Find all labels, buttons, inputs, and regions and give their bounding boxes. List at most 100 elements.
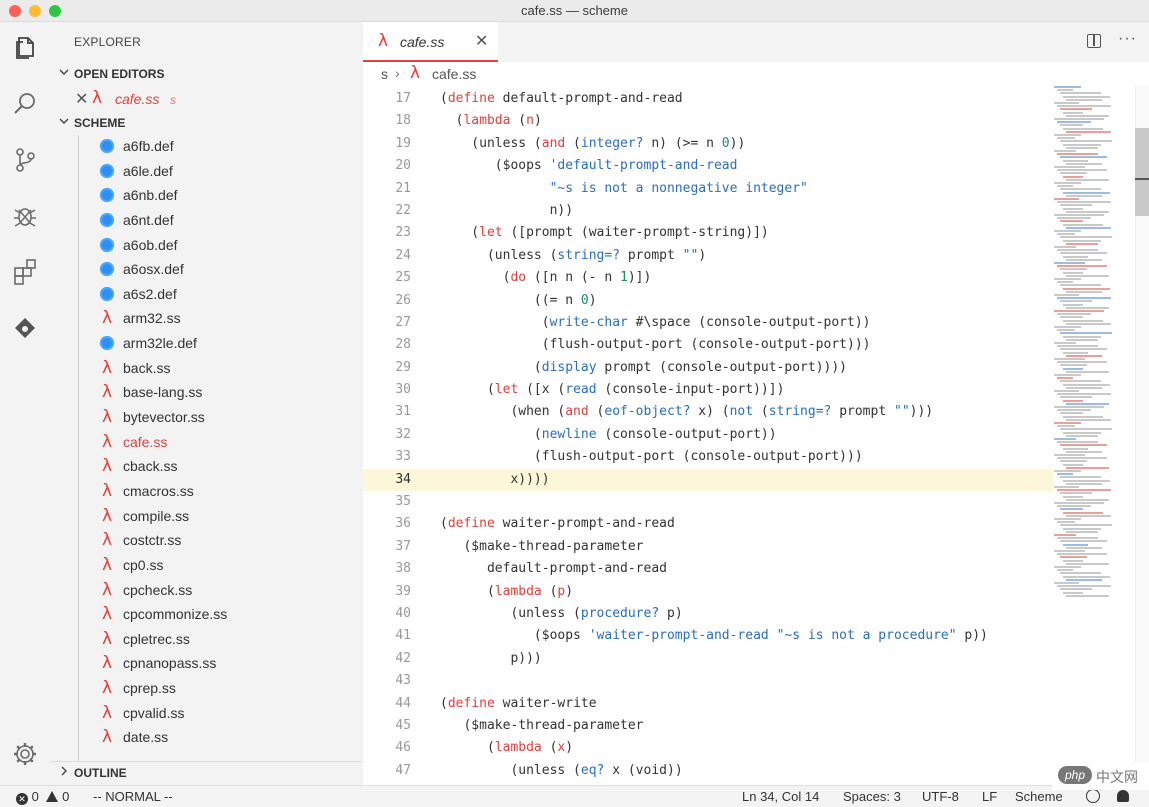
file-item[interactable]: a6nt.def xyxy=(50,209,363,234)
tab-label: cafe.ss xyxy=(400,34,445,50)
file-item[interactable]: λ cpnanopass.ss xyxy=(50,652,363,677)
file-item[interactable]: λ back.ss xyxy=(50,357,363,382)
file-item[interactable]: λ costctr.ss xyxy=(50,529,363,554)
file-item[interactable]: λ bytevector.ss xyxy=(50,406,363,431)
code-line[interactable]: 37 ($make-thread-parameter xyxy=(363,536,1053,558)
file-item[interactable]: λ cpletrec.ss xyxy=(50,628,363,653)
code-line[interactable]: 46 (lambda (x) xyxy=(363,737,1053,759)
code-line[interactable]: 40 (unless (procedure? p) xyxy=(363,603,1053,625)
close-icon[interactable]: ✕ xyxy=(475,31,488,51)
code-line[interactable]: 41 ($oops 'waiter-prompt-and-read "~s is… xyxy=(363,625,1053,647)
file-item[interactable]: a6le.def xyxy=(50,160,363,185)
code-line[interactable]: 27 (write-char #\space (console-output-p… xyxy=(363,312,1053,334)
code-line[interactable]: 29 (display prompt (console-output-port)… xyxy=(363,357,1053,379)
more-actions-icon[interactable]: ··· xyxy=(1118,30,1137,48)
file-item[interactable]: a6fb.def xyxy=(50,135,363,160)
code-line[interactable]: 45 ($make-thread-parameter xyxy=(363,715,1053,737)
open-editor-item[interactable]: ✕ λ cafe.ss s xyxy=(50,88,363,110)
line-number: 17 xyxy=(395,91,411,106)
code-line[interactable]: 42 p))) xyxy=(363,648,1053,670)
outline-section[interactable]: OUTLINE xyxy=(50,761,363,783)
indentation[interactable]: Spaces: 3 xyxy=(843,789,901,804)
extensions-icon[interactable] xyxy=(9,256,41,288)
minimap-line xyxy=(1060,460,1087,463)
code-line[interactable]: 21 "~s is not a nonnegative integer" xyxy=(363,178,1053,200)
breadcrumb-file[interactable]: cafe.ss xyxy=(432,66,476,82)
code-line[interactable]: 18 (lambda (n) xyxy=(363,110,1053,132)
minimap-line xyxy=(1057,441,1099,444)
code-line[interactable]: 28 (flush-output-port (console-output-po… xyxy=(363,334,1053,356)
encoding[interactable]: UTF-8 xyxy=(922,789,959,804)
code-line[interactable]: 24 (unless (string=? prompt "") xyxy=(363,245,1053,267)
code-line[interactable]: 39 (lambda (p) xyxy=(363,581,1053,603)
line-source: (lambda (n) xyxy=(440,110,542,132)
code-token: (flush-output-port (console-output-port)… xyxy=(440,337,871,353)
file-item[interactable]: λ cp0.ss xyxy=(50,554,363,579)
minimap[interactable] xyxy=(1050,86,1135,606)
file-item[interactable]: a6ob.def xyxy=(50,234,363,259)
file-item[interactable]: λ base-lang.ss xyxy=(50,381,363,406)
scheme-folder-section[interactable]: SCHEME xyxy=(50,112,363,134)
explorer-icon[interactable] xyxy=(9,32,41,64)
file-item[interactable]: λ date.ss xyxy=(50,726,363,751)
code-line[interactable]: 17 (define default-prompt-and-read xyxy=(363,88,1053,110)
code-line[interactable]: 20 ($oops 'default-prompt-and-read xyxy=(363,155,1053,177)
code-line[interactable]: 47 (unless (eq? x (void)) xyxy=(363,760,1053,782)
file-item[interactable]: arm32le.def xyxy=(50,332,363,357)
problems-indicator[interactable]: ✕ 0 0 xyxy=(16,789,69,805)
open-editors-section[interactable]: OPEN EDITORS xyxy=(50,63,363,85)
code-line[interactable]: 34 x)))) xyxy=(363,468,1053,492)
code-line[interactable]: 36 (define waiter-prompt-and-read xyxy=(363,513,1053,535)
feedback-icon[interactable] xyxy=(1086,789,1100,804)
code-line[interactable]: 38 default-prompt-and-read xyxy=(363,558,1053,580)
end-of-line[interactable]: LF xyxy=(982,789,997,804)
code-line[interactable]: 43 xyxy=(363,670,1053,692)
file-item[interactable]: λ cback.ss xyxy=(50,455,363,480)
remote-icon[interactable] xyxy=(9,312,41,344)
file-item[interactable]: a6s2.def xyxy=(50,283,363,308)
code-line[interactable]: 25 (do ([n n (- n 1)]) xyxy=(363,267,1053,289)
minimap-line xyxy=(1060,572,1101,575)
code-line[interactable]: 32 (newline (console-output-port)) xyxy=(363,424,1053,446)
file-item[interactable]: a6osx.def xyxy=(50,258,363,283)
minimap-line xyxy=(1066,306,1110,309)
code-line[interactable]: 44 (define waiter-write xyxy=(363,693,1053,715)
file-item[interactable]: λ cpcheck.ss xyxy=(50,579,363,604)
language-mode[interactable]: Scheme xyxy=(1015,789,1063,804)
code-line[interactable]: 31 (when (and (eof-object? x) (not (stri… xyxy=(363,401,1053,423)
file-item[interactable]: λ cprep.ss xyxy=(50,677,363,702)
scrollbar-thumb[interactable] xyxy=(1135,128,1149,216)
line-number: 34 xyxy=(395,471,411,487)
code-line[interactable]: 30 (let ([x (read (console-input-port))]… xyxy=(363,379,1053,401)
code-line[interactable]: 26 ((= n 0) xyxy=(363,290,1053,312)
file-item[interactable]: λ arm32.ss xyxy=(50,307,363,332)
tab-cafe-ss[interactable]: λ cafe.ss ✕ xyxy=(363,22,498,62)
code-line[interactable]: 22 n)) xyxy=(363,200,1053,222)
code-line[interactable]: 33 (flush-output-port (console-output-po… xyxy=(363,446,1053,468)
file-item[interactable]: λ cafe.ss xyxy=(50,431,363,456)
minimap-line xyxy=(1054,182,1081,184)
file-item[interactable]: λ cpvalid.ss xyxy=(50,702,363,727)
gear-icon[interactable] xyxy=(9,738,41,770)
code-editor[interactable]: 17 (define default-prompt-and-read 18 (lam… xyxy=(363,88,1053,785)
code-line[interactable]: 19 (unless (and (integer? n) (>= n 0)) xyxy=(363,133,1053,155)
minimap-line xyxy=(1060,428,1113,431)
cursor-position[interactable]: Ln 34, Col 14 xyxy=(742,789,819,804)
file-item[interactable]: λ cmacros.ss xyxy=(50,480,363,505)
file-tree: a6fb.def a6le.def a6nb.def a6nt.def a6ob.def… xyxy=(50,135,363,751)
code-line[interactable]: 23 (let ([prompt (waiter-prompt-string)]… xyxy=(363,222,1053,244)
breadcrumb-folder[interactable]: s xyxy=(381,66,388,82)
code-line[interactable]: 35 xyxy=(363,491,1053,513)
bell-icon[interactable] xyxy=(1117,789,1129,804)
split-editor-icon[interactable] xyxy=(1087,34,1101,48)
close-icon[interactable]: ✕ xyxy=(75,89,88,109)
source-control-icon[interactable] xyxy=(9,144,41,176)
minimap-line xyxy=(1063,543,1089,546)
minimap-line xyxy=(1060,588,1092,591)
file-item[interactable]: λ cpcommonize.ss xyxy=(50,603,363,628)
debug-icon[interactable] xyxy=(9,200,41,232)
file-item[interactable]: a6nb.def xyxy=(50,184,363,209)
code-token: ([prompt (waiter-prompt-string)]) xyxy=(502,225,769,241)
search-icon[interactable] xyxy=(9,88,41,120)
file-item[interactable]: λ compile.ss xyxy=(50,505,363,530)
